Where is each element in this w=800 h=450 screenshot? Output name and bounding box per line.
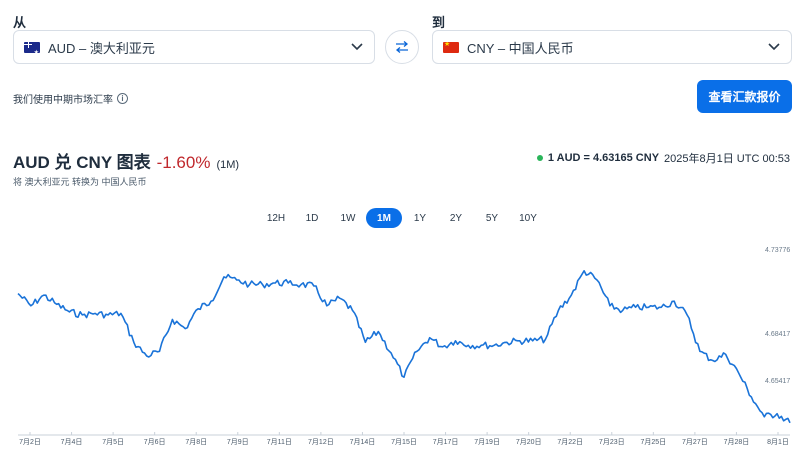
x-tick-label: 8月1日 bbox=[767, 439, 789, 446]
x-tick-label: 7月11日 bbox=[266, 439, 292, 446]
chart-title: AUD 兑 CNY 图表 -1.60% (1M) bbox=[13, 148, 239, 173]
change-percent: -1.60% bbox=[156, 153, 211, 172]
swap-button[interactable] bbox=[385, 30, 419, 64]
x-tick-label: 7月19日 bbox=[474, 439, 500, 446]
x-tick-label: 7月27日 bbox=[682, 439, 708, 446]
x-tick-label: 7月8日 bbox=[185, 439, 208, 446]
x-tick-label: 7月15日 bbox=[391, 439, 417, 446]
view-quote-button[interactable]: 查看汇款报价 bbox=[697, 80, 792, 113]
x-tick-label: 7月17日 bbox=[432, 439, 459, 446]
tab-10y[interactable]: 10Y bbox=[510, 208, 546, 228]
chevron-down-icon bbox=[350, 40, 364, 54]
from-currency-value: AUD – 澳大利亚元 bbox=[48, 40, 155, 56]
from-currency-select[interactable]: AUD – 澳大利亚元 bbox=[13, 30, 375, 64]
rate-timestamp: 2025年8月1日 UTC 00:53 bbox=[664, 153, 790, 165]
chevron-down-icon bbox=[767, 40, 781, 54]
australia-flag-icon bbox=[24, 41, 40, 53]
swap-arrows-icon bbox=[395, 41, 409, 53]
x-tick-label: 7月20日 bbox=[515, 439, 542, 446]
mid-market-rate-note: 我们使用中期市场汇率 i bbox=[13, 91, 128, 106]
tab-2y[interactable]: 2Y bbox=[438, 208, 474, 228]
chart-subtitle: 将 澳大利亚元 转换为 中国人民币 bbox=[13, 177, 147, 187]
x-tick-label: 7月9日 bbox=[226, 439, 249, 446]
to-currency-select[interactable]: CNY – 中国人民币 bbox=[432, 30, 792, 64]
to-label: 到 bbox=[432, 15, 446, 30]
x-tick-label: 7月6日 bbox=[143, 439, 166, 446]
rate-line-chart[interactable] bbox=[0, 240, 800, 436]
live-rate-value: 1 AUD = 4.63165 CNY bbox=[547, 152, 660, 164]
tab-1d[interactable]: 1D bbox=[294, 208, 330, 228]
live-rate: 1 AUD = 4.63165 CNY 2025年8月1日 UTC 00:53 bbox=[536, 150, 790, 166]
tab-1y[interactable]: 1Y bbox=[402, 208, 438, 228]
tab-5y[interactable]: 5Y bbox=[474, 208, 510, 228]
x-tick-label: 7月4日 bbox=[60, 439, 83, 446]
series-line bbox=[17, 270, 791, 424]
china-flag-icon bbox=[443, 41, 459, 53]
x-tick-label: 7月23日 bbox=[598, 439, 625, 446]
mid-rate-text: 我们使用中期市场汇率 bbox=[13, 95, 113, 106]
info-icon[interactable]: i bbox=[117, 93, 128, 104]
range-tabs: 12H 1D 1W 1M 1Y 2Y 5Y 10Y bbox=[258, 208, 546, 228]
tab-1w[interactable]: 1W bbox=[330, 208, 366, 228]
from-label: 从 bbox=[13, 15, 27, 30]
change-period: (1M) bbox=[216, 159, 240, 171]
live-dot-icon bbox=[536, 155, 543, 161]
x-tick-label: 7月12日 bbox=[308, 439, 334, 446]
to-currency-value: CNY – 中国人民币 bbox=[467, 40, 574, 56]
x-tick-label: 7月5日 bbox=[102, 439, 125, 446]
x-tick-label: 7月25日 bbox=[640, 439, 667, 446]
x-tick-label: 7月28日 bbox=[723, 439, 750, 446]
chart-title-text: AUD 兑 CNY 图表 bbox=[13, 153, 151, 172]
x-tick-label: 7月22日 bbox=[557, 439, 584, 446]
x-tick-label: 7月14日 bbox=[349, 439, 376, 446]
tab-12h[interactable]: 12H bbox=[258, 208, 294, 228]
tab-1m[interactable]: 1M bbox=[366, 208, 402, 228]
x-tick-label: 7月2日 bbox=[19, 439, 41, 446]
